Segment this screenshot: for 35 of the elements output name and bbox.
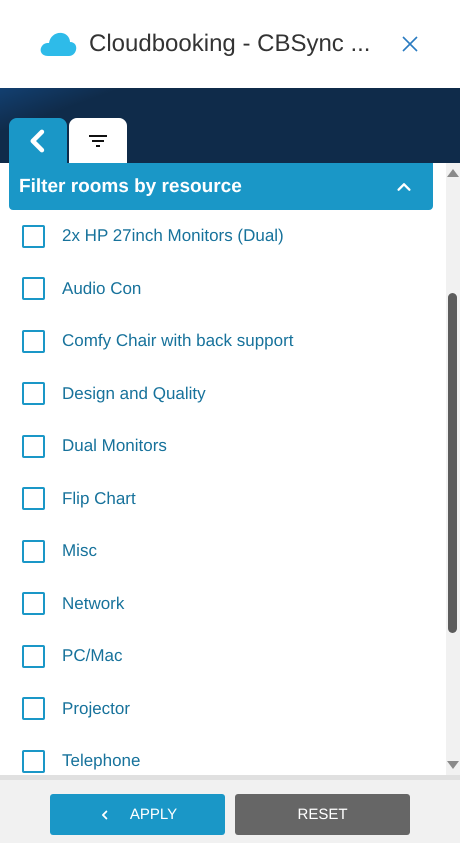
close-icon [402,36,418,52]
scroll-up-icon [447,169,459,177]
checkbox[interactable] [22,644,45,668]
checkbox[interactable] [22,434,45,458]
checkbox[interactable] [22,224,45,248]
resource-label: Dual Monitors [62,436,167,456]
checkbox[interactable] [22,330,45,353]
window-title: Cloudbooking - CBSync ... [89,30,370,58]
checkbox[interactable] [22,540,45,563]
resource-label: Audio Con [62,278,142,299]
checkbox[interactable] [22,592,45,616]
filter-header[interactable]: Filter rooms by resource [9,163,433,210]
filter-header-title: Filter rooms by resource [19,176,242,198]
apply-button[interactable]: APPLY [50,794,225,835]
reset-button[interactable]: RESET [235,794,410,835]
cloud-logo [39,31,77,57]
resource-label: 2x HP 27inch Monitors (Dual) [62,226,284,246]
filter-icon [88,134,108,148]
resource-label: Design and Quality [62,384,206,404]
scrollbar[interactable] [446,163,460,775]
resource-label: PC/Mac [62,646,122,666]
checkbox[interactable] [22,487,45,510]
checkbox[interactable] [22,697,45,720]
checkbox[interactable] [22,750,45,773]
checkbox[interactable] [22,277,45,300]
resource-label: Flip Chart [62,488,136,509]
scroll-thumb[interactable] [448,293,457,633]
scroll-down-icon [447,761,459,769]
resource-label: Misc [62,541,97,562]
resource-label: Network [62,594,124,614]
filter-tab[interactable] [69,118,127,163]
resource-label: Projector [62,698,130,719]
resource-label: Comfy Chair with back support [62,331,294,352]
resource-label: Telephone [62,751,140,772]
checkbox[interactable] [22,382,45,406]
